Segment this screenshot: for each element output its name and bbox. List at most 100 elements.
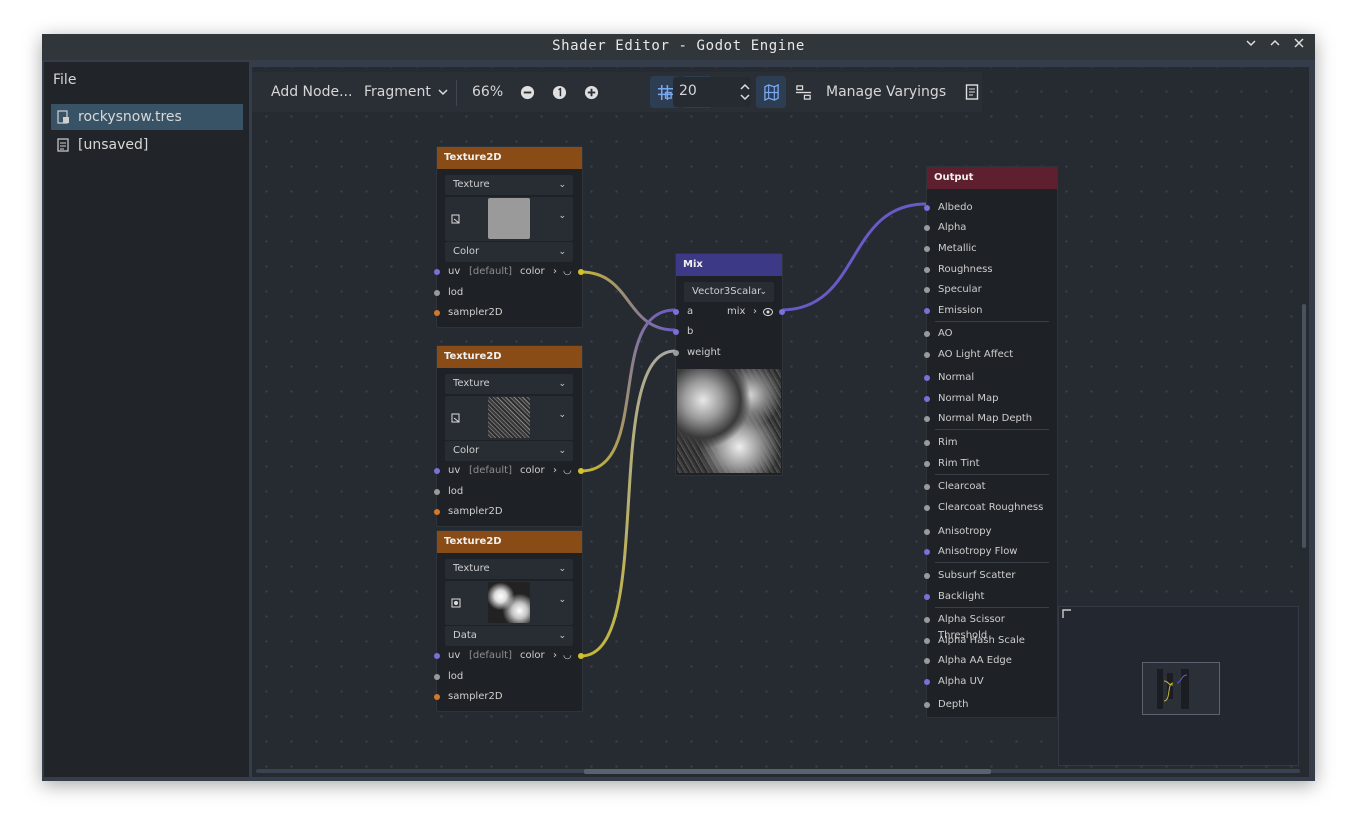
- add-node-button[interactable]: Add Node...: [271, 72, 352, 112]
- expand-output-icon[interactable]: ›: [753, 304, 757, 320]
- preview-toggle-icon[interactable]: ◡: [563, 264, 572, 280]
- texture-slot[interactable]: ⌄: [445, 197, 573, 241]
- texture-slot[interactable]: ⌄: [445, 581, 573, 625]
- node-title[interactable]: Texture2D: [437, 147, 582, 169]
- graph-minimap[interactable]: [1058, 606, 1299, 766]
- file-menu[interactable]: File: [53, 72, 76, 88]
- input-port-normal[interactable]: [924, 375, 930, 381]
- texture-source-select[interactable]: Texture ⌄: [445, 374, 573, 394]
- input-port-lod[interactable]: [434, 290, 440, 296]
- output-node[interactable]: Output Albedo Alpha Metallic Roughness Specu…: [924, 166, 1058, 718]
- texture-source-select[interactable]: Texture ⌄: [445, 559, 573, 579]
- node-title[interactable]: Texture2D: [437, 531, 582, 553]
- output-port-mix[interactable]: [779, 309, 785, 315]
- texture-slot[interactable]: ⌄: [445, 396, 573, 440]
- zoom-in-button[interactable]: [584, 72, 599, 112]
- zoom-out-button[interactable]: [520, 72, 535, 112]
- port-label-emission: Emission: [938, 305, 983, 316]
- input-port-anisotropy-flow[interactable]: [924, 549, 930, 555]
- preview-toggle-icon[interactable]: ◡: [563, 463, 572, 479]
- input-port-emission[interactable]: [924, 308, 930, 314]
- input-port-b[interactable]: [673, 329, 679, 335]
- texture-source-label: Texture: [453, 378, 490, 389]
- input-port-subsurf-scatter[interactable]: [924, 573, 930, 579]
- input-port-alpha-scissor-threshold[interactable]: [924, 617, 930, 623]
- texture2d-node-1[interactable]: Texture2D Texture ⌄ ⌄ Color ⌄ uv [default]…: [434, 146, 584, 328]
- input-port-alpha-uv[interactable]: [924, 679, 930, 685]
- expand-output-icon[interactable]: ›: [553, 264, 557, 280]
- port-group-divider: [935, 429, 1049, 430]
- output-port-color[interactable]: [578, 653, 584, 659]
- minimize-button[interactable]: [1242, 37, 1260, 55]
- input-port-sampler[interactable]: [434, 694, 440, 700]
- mix-node[interactable]: Mix Vector3Scalar ⌄ a mix › b weight: [673, 253, 785, 476]
- input-port-a[interactable]: [673, 309, 679, 315]
- file-item-rockysnow[interactable]: rockysnow.tres: [51, 104, 243, 130]
- output-port-color[interactable]: [578, 269, 584, 275]
- output-port-color[interactable]: [578, 468, 584, 474]
- texture-type-select[interactable]: Color ⌄: [445, 242, 573, 262]
- preview-toggle-icon[interactable]: ◡: [563, 648, 572, 664]
- horizontal-scrollbar[interactable]: [584, 769, 991, 774]
- input-port-roughness[interactable]: [924, 267, 930, 273]
- file-item-unsaved[interactable]: [unsaved]: [51, 132, 243, 158]
- input-port-sampler[interactable]: [434, 509, 440, 515]
- input-port-alpha-aa-edge[interactable]: [924, 658, 930, 664]
- close-button[interactable]: [1290, 37, 1308, 55]
- texture-type-select[interactable]: Color ⌄: [445, 441, 573, 461]
- input-port-albedo[interactable]: [924, 205, 930, 211]
- input-port-alpha-hash-scale[interactable]: [924, 638, 930, 644]
- input-port-rim[interactable]: [924, 440, 930, 446]
- input-port-clearcoat-roughness[interactable]: [924, 505, 930, 511]
- input-port-uv[interactable]: [434, 269, 440, 275]
- node-title[interactable]: Texture2D: [437, 346, 582, 368]
- shader-code-button[interactable]: [965, 72, 979, 112]
- expand-output-icon[interactable]: ›: [553, 648, 557, 664]
- input-port-depth[interactable]: [924, 702, 930, 708]
- node-title[interactable]: Output: [927, 167, 1057, 189]
- input-port-sampler[interactable]: [434, 310, 440, 316]
- input-port-uv[interactable]: [434, 653, 440, 659]
- minimap-toggle[interactable]: [756, 76, 786, 108]
- snap-distance-spinbox[interactable]: 20: [673, 77, 751, 107]
- texture-type-select[interactable]: Data ⌄: [445, 626, 573, 646]
- zoom-level[interactable]: 66%: [472, 72, 503, 112]
- input-port-weight[interactable]: [673, 350, 679, 356]
- input-port-rim-tint[interactable]: [924, 461, 930, 467]
- shader-mode-select[interactable]: Fragment: [364, 72, 449, 112]
- port-label-a: a: [687, 306, 694, 317]
- input-port-ao-light-affect[interactable]: [924, 352, 930, 358]
- input-port-alpha[interactable]: [924, 225, 930, 231]
- input-port-lod[interactable]: [434, 674, 440, 680]
- input-port-normal-map[interactable]: [924, 396, 930, 402]
- input-port-clearcoat[interactable]: [924, 484, 930, 490]
- texture-source-select[interactable]: Texture ⌄: [445, 175, 573, 195]
- input-port-metallic[interactable]: [924, 246, 930, 252]
- eye-icon[interactable]: [763, 307, 773, 317]
- port-label-alpha: Alpha: [938, 222, 967, 233]
- input-port-ao[interactable]: [924, 331, 930, 337]
- manage-varyings-button[interactable]: Manage Varyings: [826, 72, 946, 112]
- mix-op-type-select[interactable]: Vector3Scalar ⌄: [684, 282, 774, 302]
- resize-handle-icon[interactable]: [1062, 609, 1072, 619]
- texture2d-node-3[interactable]: Texture2D Texture ⌄ ⌄ Data ⌄ uv [default] …: [434, 530, 584, 712]
- node-title[interactable]: Mix: [676, 254, 782, 276]
- file-icon: [57, 138, 69, 152]
- input-port-anisotropy[interactable]: [924, 529, 930, 535]
- input-port-lod[interactable]: [434, 489, 440, 495]
- port-label-alpha-hash-scale: Alpha Hash Scale: [938, 635, 1025, 646]
- input-port-backlight[interactable]: [924, 594, 930, 600]
- arrange-nodes-button[interactable]: [795, 72, 812, 112]
- port-label-normal-map-depth: Normal Map Depth: [938, 413, 1033, 424]
- input-port-normal-map-depth[interactable]: [924, 416, 930, 422]
- minimap-viewport[interactable]: [1142, 662, 1220, 715]
- spin-arrows-icon[interactable]: [739, 83, 751, 101]
- input-port-specular[interactable]: [924, 287, 930, 293]
- texture2d-node-2[interactable]: Texture2D Texture ⌄ ⌄ Color ⌄ uv [default]…: [434, 345, 584, 527]
- port-label-lod: lod: [448, 287, 464, 298]
- maximize-button[interactable]: [1266, 37, 1284, 55]
- input-port-uv[interactable]: [434, 468, 440, 474]
- vertical-scrollbar[interactable]: [1302, 304, 1306, 548]
- zoom-reset-button[interactable]: [552, 72, 567, 112]
- expand-output-icon[interactable]: ›: [553, 463, 557, 479]
